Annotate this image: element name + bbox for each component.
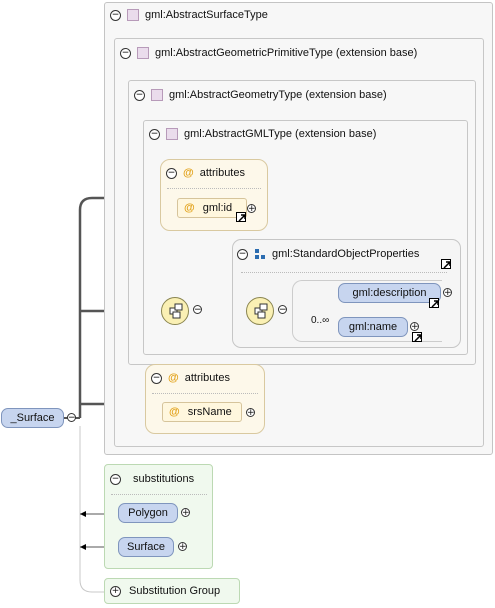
substitution-surface[interactable]: Surface bbox=[118, 537, 174, 557]
attribute-icon: @ bbox=[183, 167, 194, 179]
element-name: Polygon bbox=[128, 507, 168, 519]
attribute-name: srsName bbox=[187, 406, 232, 418]
cardinality-label: 0..∞ bbox=[311, 315, 330, 326]
attributes-title: attributes bbox=[184, 372, 230, 384]
collapse-icon[interactable]: − bbox=[134, 89, 145, 101]
element-gml-description[interactable]: gml:description bbox=[338, 283, 441, 303]
complex-type-icon bbox=[127, 9, 139, 21]
element-gml-name[interactable]: gml:name bbox=[338, 317, 408, 337]
sequence-compositor-icon[interactable] bbox=[246, 297, 274, 325]
type-name: gml:AbstractGeometricPrimitiveType (exte… bbox=[155, 47, 418, 59]
element-name: gml:description bbox=[352, 287, 427, 299]
attributes-panel: − @ attributes @ gml:id + bbox=[160, 159, 268, 231]
attribute-name: gml:id bbox=[202, 202, 233, 214]
collapse-icon[interactable]: − bbox=[166, 167, 177, 179]
complex-type-icon bbox=[151, 89, 163, 101]
expand-icon[interactable]: + bbox=[110, 585, 121, 597]
collapse-icon[interactable]: − bbox=[237, 248, 248, 260]
substitutions-title: substitutions bbox=[133, 473, 195, 485]
substitution-group-panel[interactable]: + Substitution Group bbox=[104, 578, 240, 604]
expand-icon[interactable]: + bbox=[247, 204, 256, 214]
element-name: Surface bbox=[127, 541, 165, 553]
collapse-icon[interactable]: − bbox=[110, 9, 121, 21]
link-icon[interactable] bbox=[429, 298, 439, 308]
group-icon bbox=[254, 248, 266, 260]
attribute-icon: @ bbox=[168, 372, 179, 384]
type-name: gml:AbstractSurfaceType bbox=[145, 9, 268, 21]
root-element-surface[interactable]: _Surface bbox=[1, 408, 64, 428]
collapse-icon[interactable]: − bbox=[110, 473, 121, 485]
collapse-icon[interactable]: − bbox=[151, 372, 162, 384]
complex-type-icon bbox=[137, 47, 149, 59]
substitution-polygon[interactable]: Polygon bbox=[118, 503, 178, 523]
complex-type-icon bbox=[166, 128, 178, 140]
collapse-icon[interactable]: − bbox=[278, 305, 287, 315]
collapse-icon[interactable]: − bbox=[149, 128, 160, 140]
group-name: gml:StandardObjectProperties bbox=[272, 248, 420, 260]
attributes-panel: − @ attributes @ srsName + bbox=[145, 364, 265, 434]
type-name: gml:AbstractGeometryType (extension base… bbox=[169, 89, 387, 101]
attributes-title: attributes bbox=[199, 167, 245, 179]
type-name: gml:AbstractGMLType (extension base) bbox=[184, 128, 377, 140]
collapse-icon[interactable]: − bbox=[67, 413, 76, 423]
expand-icon[interactable]: + bbox=[178, 542, 187, 552]
attribute-icon: @ bbox=[184, 202, 195, 214]
link-icon[interactable] bbox=[441, 259, 451, 269]
expand-icon[interactable]: + bbox=[246, 408, 255, 418]
link-icon[interactable] bbox=[412, 332, 423, 342]
collapse-icon[interactable]: − bbox=[193, 305, 202, 315]
link-icon[interactable] bbox=[236, 212, 246, 222]
expand-icon[interactable]: + bbox=[410, 322, 419, 332]
element-name: gml:name bbox=[348, 321, 398, 333]
attribute-icon: @ bbox=[169, 406, 180, 418]
expand-icon[interactable]: + bbox=[443, 288, 452, 298]
element-name: _Surface bbox=[10, 412, 55, 424]
attribute-srsname[interactable]: @ srsName bbox=[162, 402, 242, 422]
expand-icon[interactable]: + bbox=[181, 508, 190, 518]
collapse-icon[interactable]: − bbox=[120, 47, 131, 59]
substitution-group-title: Substitution Group bbox=[129, 585, 221, 597]
sequence-compositor-icon[interactable] bbox=[161, 297, 189, 325]
